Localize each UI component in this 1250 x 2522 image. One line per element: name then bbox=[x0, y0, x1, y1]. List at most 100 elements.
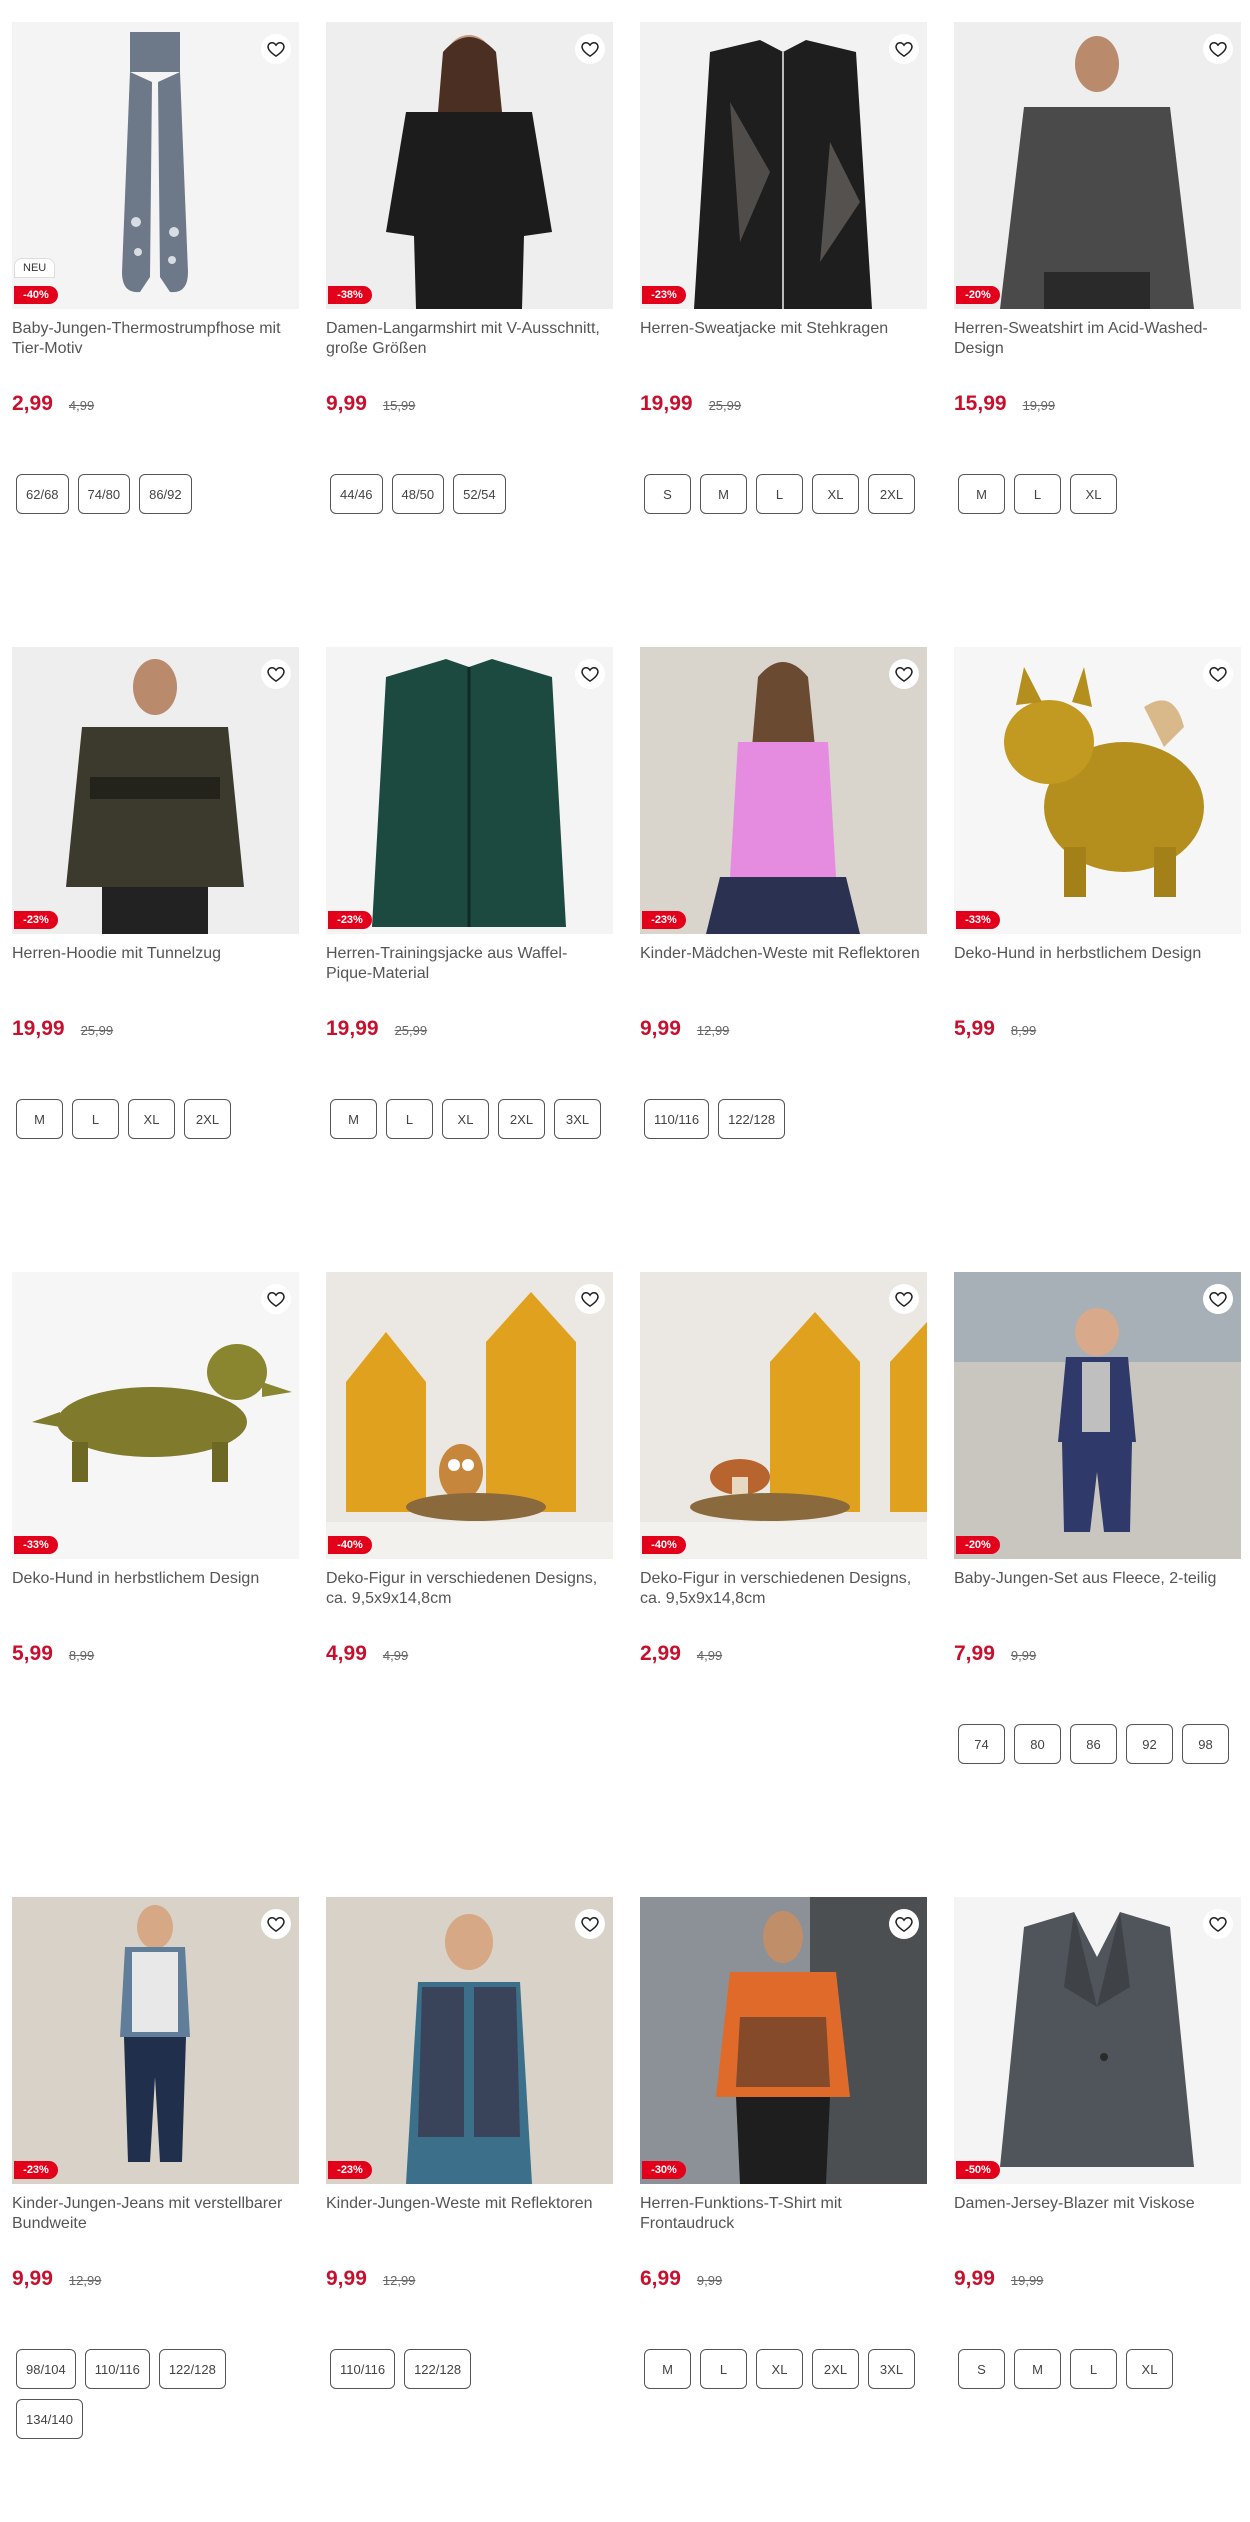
product-card-2[interactable]: -38% Damen-Langarmshirt mit V-Ausschnitt… bbox=[326, 22, 613, 647]
product-card-16[interactable]: -50% Damen-Jersey-Blazer mit Viskose 9,9… bbox=[954, 1897, 1241, 2522]
product-image[interactable]: NEU -40% bbox=[12, 22, 299, 309]
product-name[interactable]: Damen-Langarmshirt mit V-Ausschnitt, gro… bbox=[326, 319, 613, 359]
wishlist-button[interactable] bbox=[1203, 659, 1233, 689]
size-option[interactable]: M bbox=[700, 474, 747, 514]
product-name[interactable]: Baby-Jungen-Set aus Fleece, 2-teilig bbox=[954, 1569, 1241, 1609]
product-card-6[interactable]: -23% Herren-Trainingsjacke aus Waffel-Pi… bbox=[326, 647, 613, 1272]
size-option[interactable]: M bbox=[330, 1099, 377, 1139]
size-option[interactable]: L bbox=[1014, 474, 1061, 514]
product-name[interactable]: Herren-Hoodie mit Tunnelzug bbox=[12, 944, 299, 984]
size-option[interactable]: 122/128 bbox=[718, 1099, 786, 1139]
product-name[interactable]: Deko-Hund in herbstlichem Design bbox=[954, 944, 1241, 984]
product-image[interactable]: -23% bbox=[326, 1897, 613, 2184]
size-option[interactable]: 74/80 bbox=[77, 474, 131, 514]
size-option[interactable]: 62/68 bbox=[16, 474, 69, 514]
size-option[interactable]: L bbox=[72, 1099, 119, 1139]
product-image[interactable]: -23% bbox=[640, 22, 927, 309]
wishlist-button[interactable] bbox=[889, 34, 919, 64]
size-option[interactable]: 3XL bbox=[554, 1099, 601, 1139]
product-card-15[interactable]: -30% Herren-Funktions-T-Shirt mit Fronta… bbox=[640, 1897, 927, 2522]
product-image[interactable]: -23% bbox=[12, 1897, 299, 2184]
size-option[interactable]: L bbox=[386, 1099, 433, 1139]
size-option[interactable]: 2XL bbox=[498, 1099, 545, 1139]
wishlist-button[interactable] bbox=[261, 1909, 291, 1939]
wishlist-button[interactable] bbox=[889, 1284, 919, 1314]
product-name[interactable]: Baby-Jungen-Thermostrumpfhose mit Tier-M… bbox=[12, 319, 299, 359]
product-image[interactable]: -23% bbox=[12, 647, 299, 934]
product-name[interactable]: Herren-Trainingsjacke aus Waffel-Pique-M… bbox=[326, 944, 613, 984]
product-card-14[interactable]: -23% Kinder-Jungen-Weste mit Reflektoren… bbox=[326, 1897, 613, 2522]
product-card-3[interactable]: -23% Herren-Sweatjacke mit Stehkragen 19… bbox=[640, 22, 927, 647]
product-name[interactable]: Deko-Figur in verschiedenen Designs, ca.… bbox=[640, 1569, 927, 1609]
size-option[interactable]: 48/50 bbox=[391, 474, 445, 514]
size-option[interactable]: 110/116 bbox=[644, 1099, 710, 1139]
product-name[interactable]: Kinder-Mädchen-Weste mit Reflektoren bbox=[640, 944, 927, 984]
size-option[interactable]: 3XL bbox=[868, 2349, 915, 2389]
product-image[interactable]: -40% bbox=[326, 1272, 613, 1559]
size-option[interactable]: L bbox=[700, 2349, 747, 2389]
size-option[interactable]: XL bbox=[1126, 2349, 1173, 2389]
product-name[interactable]: Herren-Sweatshirt im Acid-Washed-Design bbox=[954, 319, 1241, 359]
size-option[interactable]: 2XL bbox=[868, 474, 915, 514]
product-card-5[interactable]: -23% Herren-Hoodie mit Tunnelzug 19,99 2… bbox=[12, 647, 299, 1272]
size-option[interactable]: 44/46 bbox=[330, 474, 383, 514]
size-option[interactable]: XL bbox=[756, 2349, 803, 2389]
product-name[interactable]: Damen-Jersey-Blazer mit Viskose bbox=[954, 2194, 1241, 2234]
product-name[interactable]: Deko-Figur in verschiedenen Designs, ca.… bbox=[326, 1569, 613, 1609]
product-image[interactable]: -38% bbox=[326, 22, 613, 309]
product-name[interactable]: Kinder-Jungen-Jeans mit verstellbarer Bu… bbox=[12, 2194, 299, 2234]
size-option[interactable]: S bbox=[644, 474, 691, 514]
size-option[interactable]: 122/128 bbox=[158, 2349, 226, 2389]
size-option[interactable]: 134/140 bbox=[16, 2399, 83, 2439]
wishlist-button[interactable] bbox=[575, 1284, 605, 1314]
size-option[interactable]: 122/128 bbox=[404, 2349, 472, 2389]
wishlist-button[interactable] bbox=[575, 1909, 605, 1939]
size-option[interactable]: XL bbox=[1070, 474, 1117, 514]
product-image[interactable]: -33% bbox=[12, 1272, 299, 1559]
product-name[interactable]: Kinder-Jungen-Weste mit Reflektoren bbox=[326, 2194, 613, 2234]
size-option[interactable]: XL bbox=[812, 474, 859, 514]
size-option[interactable]: 110/116 bbox=[84, 2349, 150, 2389]
wishlist-button[interactable] bbox=[261, 1284, 291, 1314]
product-card-12[interactable]: -20% Baby-Jungen-Set aus Fleece, 2-teili… bbox=[954, 1272, 1241, 1897]
size-option[interactable]: 98 bbox=[1182, 1724, 1229, 1764]
size-option[interactable]: 86 bbox=[1070, 1724, 1117, 1764]
wishlist-button[interactable] bbox=[1203, 34, 1233, 64]
product-card-8[interactable]: -33% Deko-Hund in herbstlichem Design 5,… bbox=[954, 647, 1241, 1272]
size-option[interactable]: M bbox=[644, 2349, 691, 2389]
product-card-13[interactable]: -23% Kinder-Jungen-Jeans mit verstellbar… bbox=[12, 1897, 299, 2522]
product-card-1[interactable]: NEU -40% Baby-Jungen-Thermostrumpfhose mi… bbox=[12, 22, 299, 647]
size-option[interactable]: 2XL bbox=[812, 2349, 859, 2389]
size-option[interactable]: 110/116 bbox=[330, 2349, 396, 2389]
wishlist-button[interactable] bbox=[261, 659, 291, 689]
product-card-4[interactable]: -20% Herren-Sweatshirt im Acid-Washed-De… bbox=[954, 22, 1241, 647]
product-image[interactable]: -23% bbox=[640, 647, 927, 934]
product-image[interactable]: -40% bbox=[640, 1272, 927, 1559]
size-option[interactable]: 74 bbox=[958, 1724, 1005, 1764]
size-option[interactable]: M bbox=[958, 474, 1005, 514]
product-image[interactable]: -33% bbox=[954, 647, 1241, 934]
wishlist-button[interactable] bbox=[1203, 1284, 1233, 1314]
wishlist-button[interactable] bbox=[575, 34, 605, 64]
product-card-11[interactable]: -40% Deko-Figur in verschiedenen Designs… bbox=[640, 1272, 927, 1897]
size-option[interactable]: 86/92 bbox=[139, 474, 192, 514]
product-name[interactable]: Deko-Hund in herbstlichem Design bbox=[12, 1569, 299, 1609]
size-option[interactable]: XL bbox=[128, 1099, 175, 1139]
wishlist-button[interactable] bbox=[889, 659, 919, 689]
wishlist-button[interactable] bbox=[575, 659, 605, 689]
wishlist-button[interactable] bbox=[261, 34, 291, 64]
product-name[interactable]: Herren-Sweatjacke mit Stehkragen bbox=[640, 319, 927, 359]
product-card-9[interactable]: -33% Deko-Hund in herbstlichem Design 5,… bbox=[12, 1272, 299, 1897]
size-option[interactable]: 98/104 bbox=[16, 2349, 76, 2389]
product-image[interactable]: -30% bbox=[640, 1897, 927, 2184]
size-option[interactable]: XL bbox=[442, 1099, 489, 1139]
size-option[interactable]: M bbox=[16, 1099, 63, 1139]
product-image[interactable]: -23% bbox=[326, 647, 613, 934]
product-card-10[interactable]: -40% Deko-Figur in verschiedenen Designs… bbox=[326, 1272, 613, 1897]
size-option[interactable]: 52/54 bbox=[453, 474, 506, 514]
product-image[interactable]: -20% bbox=[954, 1272, 1241, 1559]
product-image[interactable]: -20% bbox=[954, 22, 1241, 309]
size-option[interactable]: 80 bbox=[1014, 1724, 1061, 1764]
product-image[interactable]: -50% bbox=[954, 1897, 1241, 2184]
size-option[interactable]: L bbox=[1070, 2349, 1117, 2389]
